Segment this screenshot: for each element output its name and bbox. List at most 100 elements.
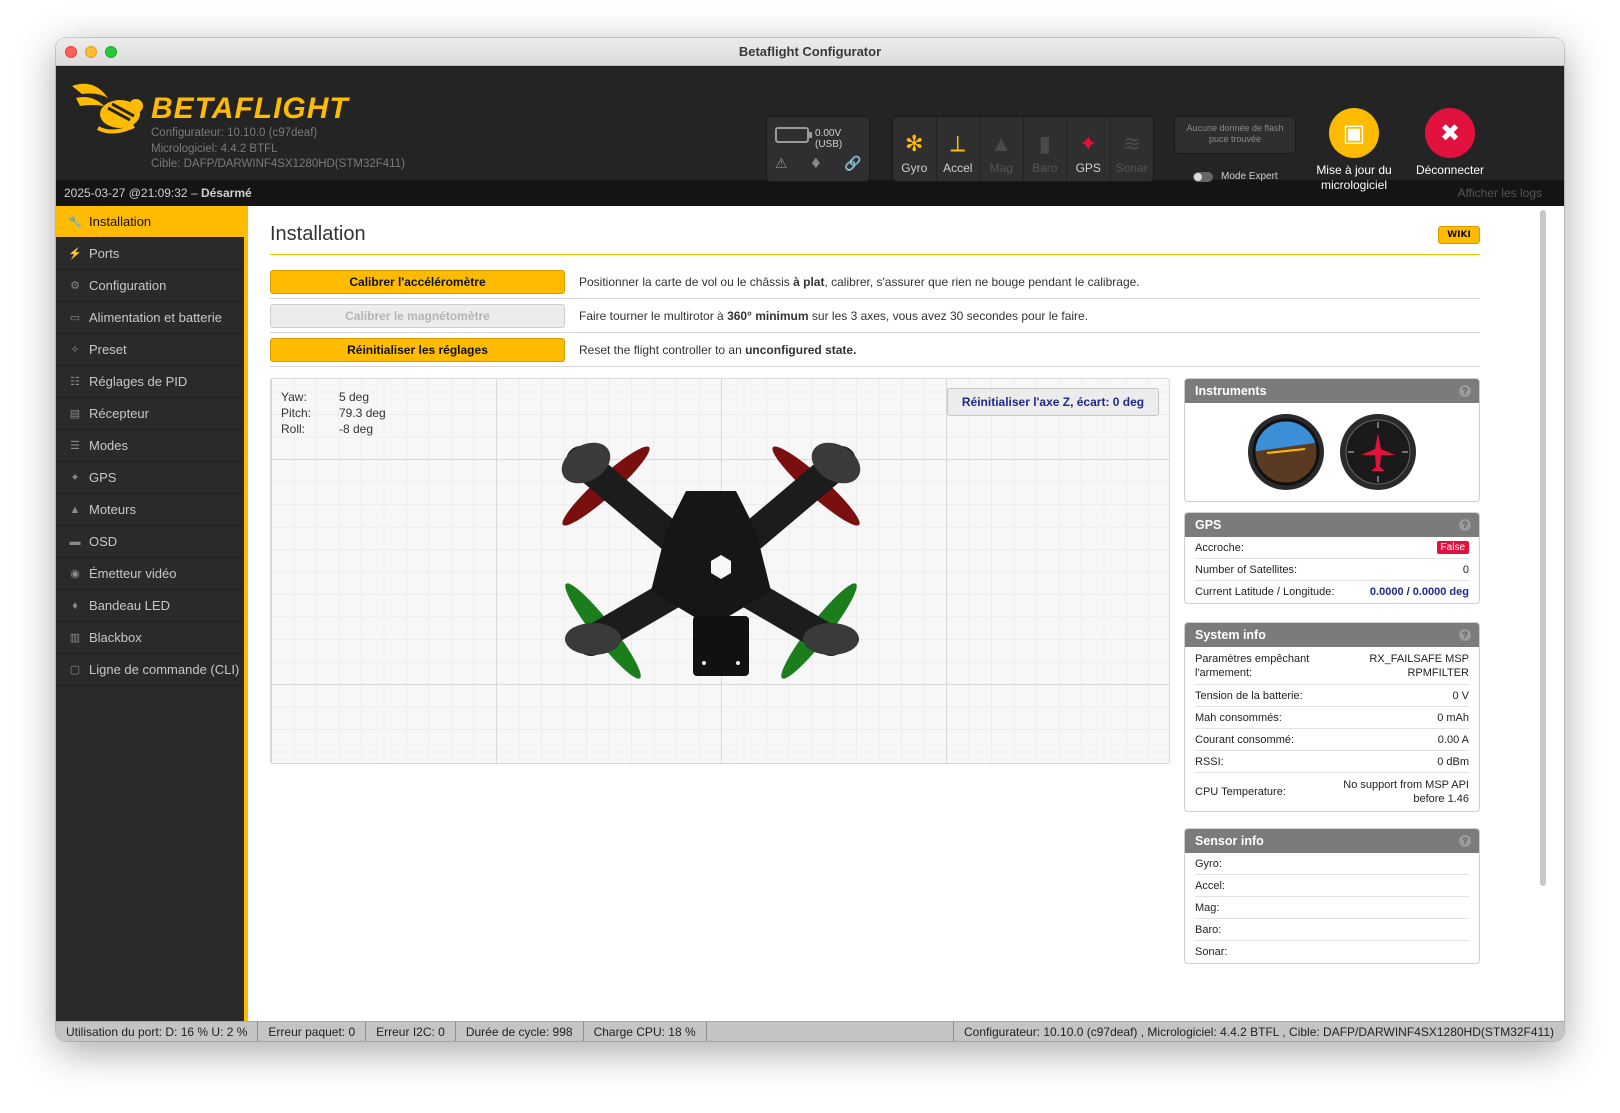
expert-mode-toggle[interactable]: Mode Expert bbox=[1193, 171, 1278, 182]
gps-latlon-value: 0.0000 / 0.0000 deg bbox=[1369, 586, 1469, 598]
sidebar-item-pid[interactable]: ☷ Réglages de PID bbox=[56, 366, 244, 398]
sidebar-item-configuration[interactable]: ⚙ Configuration bbox=[56, 270, 244, 302]
roll-value: -8 deg bbox=[339, 422, 374, 436]
brand-name: BETAFLIGHT bbox=[151, 92, 349, 125]
sidebar-item-receiver[interactable]: ▤ Récepteur bbox=[56, 398, 244, 430]
attitude-indicator-icon bbox=[1248, 414, 1324, 490]
toggles-icon: ☰ bbox=[70, 440, 80, 452]
flash-status-line2: puce trouvée bbox=[1208, 134, 1262, 144]
sensor-accel-label: Accel: bbox=[1195, 879, 1225, 892]
battery-icon: ▭ bbox=[69, 312, 81, 324]
minimize-window-button[interactable] bbox=[85, 46, 97, 58]
rssi-row: RSSI: 0 dBm bbox=[1195, 751, 1469, 773]
sidebar-item-label: Configuration bbox=[89, 278, 167, 293]
sidebar-item-label: GPS bbox=[89, 470, 117, 485]
sidebar-item-led[interactable]: ♦ Bandeau LED bbox=[56, 590, 244, 622]
sidebar-item-blackbox[interactable]: ▥ Blackbox bbox=[56, 622, 244, 654]
sensor-baro-label: Baro bbox=[1032, 161, 1058, 175]
footer-spacer bbox=[707, 1021, 954, 1041]
current-label: Courant consommé: bbox=[1195, 733, 1295, 746]
bee-logo-icon bbox=[72, 83, 143, 134]
system-info-panel: System info? Paramètres empêchant l'arme… bbox=[1184, 622, 1480, 812]
sidebar-item-gps[interactable]: ✦ GPS bbox=[56, 462, 244, 494]
tab-content: Installation WIKI Calibrer l'accéléromèt… bbox=[252, 206, 1550, 1021]
sensor-gps: ✦ GPS bbox=[1067, 117, 1111, 181]
sidebar-item-label: Récepteur bbox=[89, 406, 149, 421]
blackbox-icon: ▥ bbox=[69, 632, 81, 644]
version-info: Configurateur: 10.10.0 (c97deaf) Microlo… bbox=[151, 126, 405, 173]
close-window-button[interactable] bbox=[65, 46, 77, 58]
system-info-title: System info bbox=[1195, 628, 1266, 642]
terminal-icon: ▢ bbox=[69, 664, 81, 676]
i2c-error: Erreur I2C: 0 bbox=[366, 1021, 456, 1041]
help-icon[interactable]: ? bbox=[1459, 835, 1471, 847]
status-footer: Utilisation du port: D: 16 % U: 2 % Erre… bbox=[56, 1021, 1564, 1041]
sensor-sonar: ≋ Sonar bbox=[1111, 117, 1154, 181]
thermometer-icon: ▮ bbox=[1038, 131, 1051, 156]
gps-sats-value: 0 bbox=[1462, 563, 1469, 576]
rssi-label: RSSI: bbox=[1195, 755, 1224, 768]
sidebar-item-power[interactable]: ▭ Alimentation et batterie bbox=[56, 302, 244, 334]
receiver-icon: ▤ bbox=[69, 408, 81, 420]
pitch-value: 79.3 deg bbox=[339, 406, 386, 420]
sidebar-item-osd[interactable]: ▬ OSD bbox=[56, 526, 244, 558]
sidebar-item-label: Alimentation et batterie bbox=[89, 310, 222, 325]
status-datetime: 2025-03-27 @21:09:32 – bbox=[64, 186, 198, 200]
calibrate-accel-button[interactable]: Calibrer l'accéléromètre bbox=[270, 269, 565, 294]
arming-status: 2025-03-27 @21:09:32 – Désarmé bbox=[64, 186, 252, 200]
armed-state: Désarmé bbox=[200, 186, 252, 200]
flash-status-line1: Aucune donnée de flash bbox=[1186, 123, 1284, 133]
gps-panel: GPS? Accroche: False Number of Satellites… bbox=[1184, 512, 1480, 604]
battery-voltage-value: 0 V bbox=[1452, 689, 1469, 702]
wiki-button[interactable]: WIKI bbox=[1438, 226, 1480, 244]
firmware-update-button[interactable]: ▣ Mise à jour du micrologiciel bbox=[1304, 108, 1404, 193]
sensor-accel-label: Accel bbox=[943, 161, 973, 175]
sidebar-item-motors[interactable]: ▲ Moteurs bbox=[56, 494, 244, 526]
reset-settings-button[interactable]: Réinitialiser les réglages bbox=[270, 337, 565, 362]
gps-fix-badge: False bbox=[1436, 541, 1469, 554]
help-icon[interactable]: ? bbox=[1459, 519, 1471, 531]
disconnect-button[interactable]: ✖ Déconnecter bbox=[1400, 108, 1500, 178]
calibrate-mag-button[interactable]: Calibrer le magnétomètre bbox=[270, 303, 565, 328]
instruments-panel: Instruments? bbox=[1184, 378, 1480, 502]
status-icons: ⚠ ♦ 🔗 bbox=[775, 156, 862, 172]
sensor-accel: ⟂ Accel bbox=[937, 117, 980, 181]
yaw-label: Yaw: bbox=[281, 390, 307, 404]
wrench-icon: 🔧 bbox=[68, 216, 82, 228]
sensor-info-panel: Sensor info? Gyro: Accel: Mag: Baro: Son… bbox=[1184, 828, 1480, 964]
help-icon[interactable]: ? bbox=[1459, 385, 1471, 397]
firmware-version: Micrologiciel: 4.4.2 BTFL bbox=[151, 142, 278, 155]
satellite-icon: ✦ bbox=[70, 472, 80, 484]
sidebar-item-preset[interactable]: ✧ Preset bbox=[56, 334, 244, 366]
show-logs-link[interactable]: Afficher les logs bbox=[1458, 186, 1543, 200]
flash-status: Aucune donnée de flash puce trouvée bbox=[1174, 116, 1296, 154]
sidebar-item-label: Blackbox bbox=[89, 630, 142, 645]
sensor-mag: ▲ Mag bbox=[980, 117, 1024, 181]
maximize-window-button[interactable] bbox=[105, 46, 117, 58]
reset-z-axis-button[interactable]: Réinitialiser l'axe Z, écart: 0 deg bbox=[947, 388, 1159, 416]
help-icon[interactable]: ? bbox=[1459, 629, 1471, 641]
firmware-update-label-2: micrologiciel bbox=[1320, 178, 1388, 192]
sidebar-item-modes[interactable]: ☰ Modes bbox=[56, 430, 244, 462]
sidebar-item-installation[interactable]: 🔧 Installation bbox=[56, 206, 244, 238]
calibrate-mag-desc: Faire tourner le multirotor à 360° minim… bbox=[579, 308, 1089, 323]
content-scrollbar[interactable] bbox=[1540, 210, 1546, 886]
battery-voltage-row: Tension de la batterie: 0 V bbox=[1195, 685, 1469, 707]
gps-title: GPS bbox=[1195, 518, 1222, 532]
arming-flags-label: Paramètres empêchant l'armement: bbox=[1195, 652, 1310, 679]
sensor-baro-label: Baro: bbox=[1195, 923, 1222, 936]
osd-icon: ▬ bbox=[69, 535, 81, 548]
sidebar-item-ports[interactable]: ⚡ Ports bbox=[56, 238, 244, 270]
title-bar: Betaflight Configurator bbox=[56, 38, 1564, 66]
magic-wand-icon: ✧ bbox=[70, 344, 80, 356]
sidebar-item-cli[interactable]: ▢ Ligne de commande (CLI) bbox=[56, 654, 244, 686]
instruments-body bbox=[1185, 403, 1479, 501]
instruments-header: Instruments? bbox=[1185, 379, 1479, 403]
attitude-readout: Yaw: 5 deg Pitch: 79.3 deg Roll: -8 deg bbox=[281, 389, 386, 437]
link-icon: 🔗 bbox=[844, 156, 862, 172]
cpu-temp-label: CPU Temperature: bbox=[1195, 786, 1286, 798]
main-area: 🔧 Installation ⚡ Ports ⚙ Configuration ▭ Ali… bbox=[56, 206, 1564, 1021]
arming-flags-value: RX_FAILSAFE MSP RPMFILTER bbox=[1369, 652, 1469, 679]
sidebar-item-vtx[interactable]: ◉ Émetteur vidéo bbox=[56, 558, 244, 590]
expert-mode-switch[interactable] bbox=[1193, 171, 1213, 182]
